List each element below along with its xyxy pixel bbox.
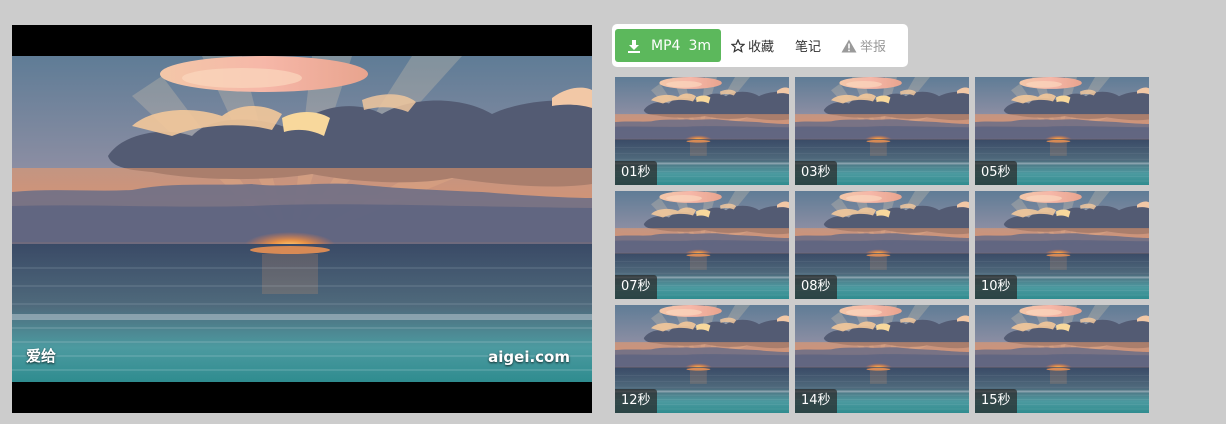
thumbnail-timestamp: 10秒 <box>975 275 1017 299</box>
thumbnail-timestamp: 15秒 <box>975 389 1017 413</box>
notes-button[interactable]: 笔记 <box>795 36 821 55</box>
thumbnail-item[interactable]: 14秒 <box>795 305 969 413</box>
notes-label: 笔记 <box>795 40 822 55</box>
video-preview-page: 爱给 aigei.com MP4 3m 收藏 笔记 举报 01秒 03秒 05秒… <box>0 0 1226 424</box>
video-player[interactable]: 爱给 aigei.com <box>12 25 592 413</box>
download-mp4-button[interactable]: MP4 3m <box>615 29 721 62</box>
thumbnail-timestamp: 14秒 <box>795 389 837 413</box>
favorite-button[interactable]: 收藏 <box>730 36 774 55</box>
watermark-left: 爱给 <box>26 347 57 365</box>
thumbnail-item[interactable]: 08秒 <box>795 191 969 299</box>
warning-triangle-icon <box>841 39 857 52</box>
thumbnail-timestamp: 03秒 <box>795 161 837 185</box>
thumbnail-item[interactable]: 01秒 <box>615 77 789 185</box>
action-toolbar: MP4 3m 收藏 笔记 举报 <box>612 24 908 67</box>
thumbnail-timestamp: 01秒 <box>615 161 657 185</box>
thumbnail-grid: 01秒 03秒 05秒 07秒 08秒 10秒 12秒 14秒 15秒 <box>615 77 1149 413</box>
download-icon <box>628 39 640 53</box>
thumbnail-item[interactable]: 15秒 <box>975 305 1149 413</box>
thumbnail-item[interactable]: 10秒 <box>975 191 1149 299</box>
star-outline-icon <box>730 38 745 53</box>
thumbnail-item[interactable]: 12秒 <box>615 305 789 413</box>
download-duration: 3m <box>688 37 711 54</box>
report-button[interactable]: 举报 <box>841 36 886 55</box>
thumbnail-timestamp: 12秒 <box>615 389 657 413</box>
download-format: MP4 <box>651 37 681 54</box>
thumbnail-item[interactable]: 03秒 <box>795 77 969 185</box>
thumbnail-timestamp: 05秒 <box>975 161 1017 185</box>
favorite-label: 收藏 <box>747 40 774 55</box>
sunset-video-frame <box>12 56 592 382</box>
thumbnail-timestamp: 08秒 <box>795 275 837 299</box>
watermark-right: aigei.com <box>488 348 570 366</box>
report-label: 举报 <box>860 40 887 55</box>
video-frame[interactable]: 爱给 aigei.com <box>12 56 592 382</box>
thumbnail-timestamp: 07秒 <box>615 275 657 299</box>
thumbnail-item[interactable]: 07秒 <box>615 191 789 299</box>
thumbnail-item[interactable]: 05秒 <box>975 77 1149 185</box>
